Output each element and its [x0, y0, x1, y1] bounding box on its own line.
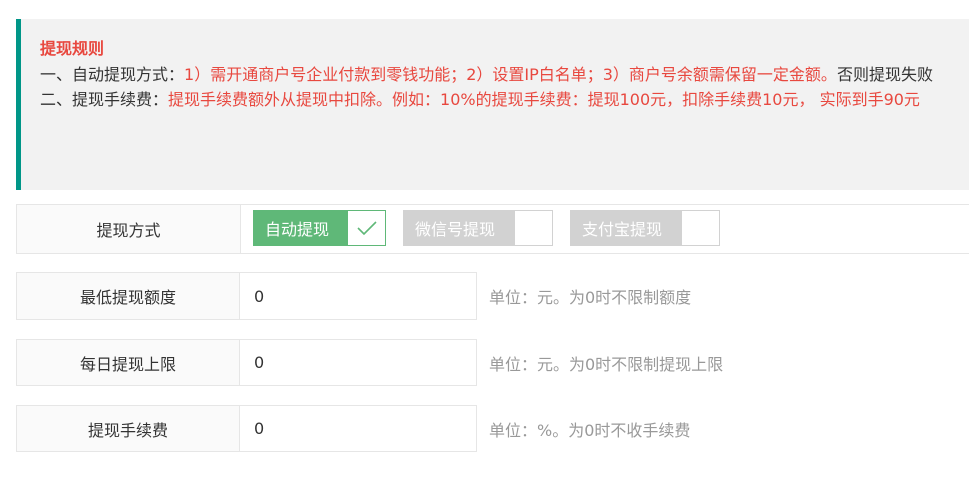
daily-limit-input[interactable] [240, 340, 476, 385]
daily-limit-hint: 单位：元。为0时不限制提现上限 [489, 354, 724, 374]
checkmark-icon [348, 210, 386, 246]
notice-rule-1-label: 一、自动提现方式： [40, 65, 185, 84]
fee-label: 提现手续费 [16, 405, 240, 452]
min-withdraw-row: 最低提现额度 单位：元。为0时不限制额度 [16, 272, 691, 320]
auto-withdraw-label: 自动提现 [253, 210, 348, 246]
daily-limit-row: 每日提现上限 单位：元。为0时不限制提现上限 [16, 339, 723, 386]
fee-input-wrap [239, 405, 477, 452]
min-withdraw-hint: 单位：元。为0时不限制额度 [489, 288, 692, 307]
empty-checkbox-icon [682, 210, 720, 246]
fee-row: 提现手续费 单位：%。为0时不收手续费 [16, 405, 690, 452]
fee-hint: 单位：%。为0时不收手续费 [489, 420, 691, 440]
min-withdraw-input-wrap [239, 272, 477, 320]
notice-rule-2-value: 提现手续费额外从提现中扣除。例如：10%的提现手续费：提现100元，扣除手续费1… [168, 90, 920, 109]
withdraw-rules-notice: 提现规则 一、自动提现方式：1）需开通商户号企业付款到零钱功能；2）设置IP白名… [16, 19, 969, 190]
fee-input[interactable] [240, 406, 476, 451]
auto-withdraw-checkbox[interactable]: 自动提现 [253, 210, 386, 246]
notice-title: 提现规则 [40, 39, 105, 58]
alipay-withdraw-checkbox[interactable]: 支付宝提现 [570, 210, 720, 246]
withdraw-method-row: 提现方式 自动提现 微信号提现 支付宝提现 [16, 204, 969, 254]
wechat-withdraw-label: 微信号提现 [403, 210, 515, 246]
notice-rule-2: 二、提现手续费：提现手续费额外从提现中扣除。例如：10%的提现手续费：提现100… [40, 87, 953, 112]
min-withdraw-label: 最低提现额度 [16, 272, 240, 320]
notice-rule-2-label: 二、提现手续费： [40, 90, 169, 109]
daily-limit-label: 每日提现上限 [16, 339, 240, 386]
withdraw-method-options: 自动提现 微信号提现 支付宝提现 [240, 204, 969, 254]
notice-rule-1-tail: 否则提现失败 [836, 65, 933, 84]
alipay-withdraw-label: 支付宝提现 [570, 210, 682, 246]
notice-rule-1-value: 1）需开通商户号企业付款到零钱功能；2）设置IP白名单；3）商户号余额需保留一定… [184, 65, 837, 84]
notice-rule-1: 一、自动提现方式：1）需开通商户号企业付款到零钱功能；2）设置IP白名单；3）商… [40, 62, 953, 87]
withdraw-settings-page: 提现规则 一、自动提现方式：1）需开通商户号企业付款到零钱功能；2）设置IP白名… [0, 0, 969, 484]
withdraw-method-label: 提现方式 [16, 204, 241, 254]
empty-checkbox-icon [515, 210, 553, 246]
wechat-withdraw-checkbox[interactable]: 微信号提现 [403, 210, 553, 246]
daily-limit-input-wrap [239, 339, 477, 386]
min-withdraw-input[interactable] [240, 273, 476, 319]
